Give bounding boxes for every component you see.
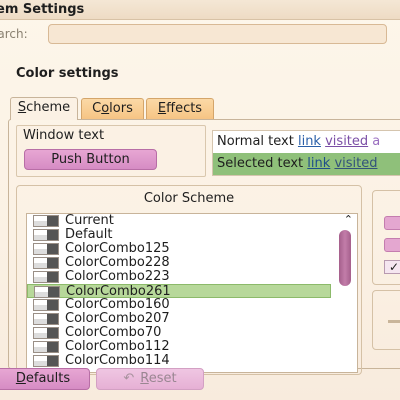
scheme-swatch-icon [33, 299, 59, 311]
list-item-label: Default [65, 227, 113, 242]
scheme-swatch-icon [33, 243, 59, 255]
scheme-swatch-icon [34, 286, 60, 298]
tab-colors-mnemonic: o [101, 101, 110, 116]
defaults-mnemonic: D [15, 371, 26, 386]
push-button-preview[interactable]: Push Button [24, 149, 157, 170]
checkmark-icon: ✓ [388, 260, 400, 274]
scheme-swatch-icon [33, 215, 59, 227]
list-item[interactable]: ColorCombo112 [27, 340, 357, 354]
search-label: earch: [0, 27, 28, 41]
list-item-label: ColorCombo207 [65, 311, 170, 326]
normal-link[interactable]: link [298, 134, 321, 149]
list-item-label: ColorCombo228 [65, 255, 170, 270]
defaults-label: efaults [25, 371, 71, 386]
tab-effects-mnemonic: E [157, 101, 167, 116]
selected-text-row: Selected text link visited [213, 153, 400, 175]
color-scheme-title: Color Scheme [143, 191, 235, 206]
normal-text-label: Normal text [217, 134, 294, 149]
search-input[interactable] [48, 24, 387, 44]
tab-colors[interactable]: Colors [81, 98, 144, 119]
list-item-selected[interactable]: ColorCombo261 [27, 284, 331, 299]
list-item[interactable]: ColorCombo207 [27, 312, 357, 326]
undo-icon: ↶ [123, 371, 135, 386]
title-bar: em Settings [0, 0, 400, 20]
list-item-label: ColorCombo125 [65, 241, 170, 256]
list-item-label: ColorCombo70 [65, 325, 162, 340]
reset-button[interactable]: ↶ Reset [96, 368, 204, 390]
list-item[interactable]: Default [27, 228, 357, 242]
scheme-swatch-icon [33, 271, 59, 283]
normal-extra-text: a [372, 134, 381, 149]
tab-scheme-mnemonic: S [17, 100, 27, 115]
selected-text-label: Selected text [217, 156, 304, 171]
tab-colors-label: lors [109, 101, 133, 116]
text-preview-box: Normal text link visited a Selected text… [212, 130, 400, 176]
normal-text-row: Normal text link visited a [213, 131, 400, 153]
list-item[interactable]: ColorCombo160 [27, 298, 357, 312]
side-button-1[interactable] [384, 216, 400, 230]
window-text-preview: Window text Push Button [16, 125, 206, 177]
window-title: em Settings [0, 2, 85, 17]
color-scheme-list[interactable]: Current Default ColorCombo125 ColorCombo… [26, 213, 358, 373]
scheme-swatch-icon [33, 257, 59, 269]
list-item[interactable]: ColorCombo223 [27, 270, 357, 284]
scrollbar-thumb[interactable] [339, 230, 351, 286]
list-item-label: ColorCombo112 [65, 339, 170, 354]
defaults-button[interactable]: Defaults [0, 368, 90, 390]
tab-scheme-label: cheme [26, 100, 71, 115]
scheme-swatch-icon [33, 341, 59, 353]
scheme-swatch-icon [33, 327, 59, 339]
tab-effects-label: ffects [166, 101, 203, 116]
selected-visited-link[interactable]: visited [334, 156, 377, 171]
selected-link[interactable]: link [307, 156, 330, 171]
list-item-label: ColorCombo160 [65, 297, 170, 312]
normal-visited-link[interactable]: visited [325, 134, 368, 149]
list-item[interactable]: ColorCombo228 [27, 256, 357, 270]
reset-label: eset [148, 371, 177, 386]
list-item[interactable]: ColorCombo70 [27, 326, 357, 340]
side-button-2[interactable] [384, 238, 400, 252]
side-slider[interactable] [388, 320, 400, 323]
dialog-button-bar: Defaults ↶ Reset [0, 362, 400, 400]
scheme-swatch-icon [33, 313, 59, 325]
scroll-up-arrow-icon[interactable]: ⌃ [344, 214, 353, 226]
color-settings-heading: Color settings [16, 66, 119, 81]
tab-colors-label-start: C [92, 101, 102, 116]
tab-effects[interactable]: Effects [146, 98, 214, 119]
list-item-label: Current [65, 213, 114, 228]
list-item[interactable]: ColorCombo125 [27, 242, 357, 256]
window-text-label: Window text [23, 128, 105, 143]
scheme-swatch-icon [33, 229, 59, 241]
tab-scheme[interactable]: Scheme [10, 97, 78, 120]
side-checkbox[interactable]: ✓ [384, 260, 400, 274]
list-item-label: ColorCombo223 [65, 269, 170, 284]
reset-mnemonic: R [140, 371, 149, 386]
list-item[interactable]: Current [27, 214, 357, 228]
